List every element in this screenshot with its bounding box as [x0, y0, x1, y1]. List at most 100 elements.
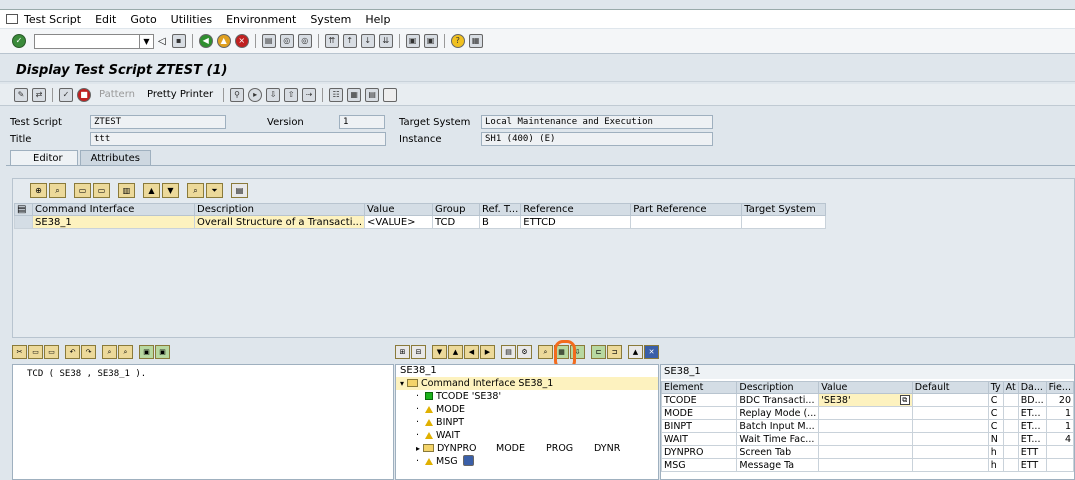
script-code-editor[interactable]: TCD ( SE38 , SE38_1 ).	[12, 364, 394, 480]
move-up-icon[interactable]: ▲	[448, 345, 463, 359]
table-cell[interactable]: h	[987, 458, 1004, 472]
table-cell[interactable]	[911, 419, 989, 433]
move-down-icon[interactable]: ▼	[432, 345, 447, 359]
details-icon[interactable]: ⌕	[49, 183, 66, 198]
menu-edit[interactable]: Edit	[95, 13, 116, 26]
display-change-icon[interactable]: ✎	[14, 87, 28, 102]
menu-help[interactable]: Help	[365, 13, 390, 26]
table-cell[interactable]	[911, 393, 989, 407]
select-all-icon[interactable]: ▤	[14, 203, 33, 216]
table-cell[interactable]	[911, 432, 989, 446]
column-header[interactable]: Fie...	[1045, 381, 1075, 394]
help-icon[interactable]: ?	[450, 34, 465, 48]
table-row[interactable]: MODE Replay Mode (... C ET... 1	[660, 406, 1075, 420]
redo-icon[interactable]: ↷	[81, 345, 96, 359]
column-header[interactable]: Da...	[1017, 381, 1047, 394]
table-cell[interactable]	[1045, 445, 1075, 459]
title-field[interactable]: ttt	[90, 132, 386, 146]
table-cell[interactable]: Overall Structure of a Transacti...	[193, 215, 366, 229]
table-cell[interactable]: ETTCD	[520, 215, 632, 229]
save-icon[interactable]: ▪	[171, 34, 186, 48]
table-cell[interactable]: Replay Mode (...	[736, 406, 820, 420]
export-icon[interactable]: ⇧	[284, 87, 299, 102]
menu-environment[interactable]: Environment	[226, 13, 296, 26]
column-header[interactable]: At	[1002, 381, 1019, 394]
table-cell[interactable]: <VALUE>	[364, 215, 434, 229]
print-icon[interactable]: ▤	[261, 34, 276, 48]
import-icon[interactable]: ⇩	[266, 87, 281, 102]
pretty-printer-button[interactable]: Pretty Printer	[147, 89, 213, 100]
tree-node[interactable]: · TCODE 'SE38'	[396, 390, 658, 403]
table-cell[interactable]: Wait Time Fac...	[736, 432, 820, 446]
row-selector[interactable]	[14, 215, 33, 229]
table-cell[interactable]: N	[987, 432, 1004, 446]
new-session-icon[interactable]: ▣	[405, 34, 420, 48]
tree-root[interactable]: ▾ Command Interface SE38_1	[396, 377, 658, 390]
table-row[interactable]: MSG Message Ta h ETT	[660, 458, 1075, 472]
column-header[interactable]: Value	[818, 381, 913, 394]
next-page-icon[interactable]: ↓	[360, 34, 375, 48]
version-field[interactable]: 1	[339, 115, 385, 129]
table-cell[interactable]	[1002, 419, 1019, 433]
table-cell[interactable]: B	[479, 215, 522, 229]
column-layout-icon[interactable]: ▥	[118, 183, 135, 198]
table-cell[interactable]: 20	[1045, 393, 1075, 407]
table-cell[interactable]: ET...	[1017, 432, 1047, 446]
command-dropdown-icon[interactable]: ▼	[140, 33, 154, 49]
column-header[interactable]: Target System	[741, 203, 827, 216]
table-cell[interactable]	[911, 445, 989, 459]
move-left-icon[interactable]: ◀	[464, 345, 479, 359]
table-cell[interactable]: BDC Transacti...	[736, 393, 820, 407]
column-header[interactable]: Description	[736, 381, 820, 394]
export-icon[interactable]: ▤	[231, 183, 248, 198]
table-cell[interactable]: BINPT	[660, 419, 738, 433]
expand-icon[interactable]: ⊞	[395, 345, 410, 359]
paste-icon[interactable]: ▭	[93, 183, 110, 198]
close-icon[interactable]: ✕	[644, 345, 659, 359]
print-layout-icon[interactable]: ▤	[365, 87, 380, 102]
execute-icon[interactable]: ▸	[248, 87, 263, 102]
table-cell[interactable]: ETT	[1017, 458, 1047, 472]
table-cell[interactable]: DYNPRO	[660, 445, 738, 459]
check-icon[interactable]: ✓	[59, 87, 73, 102]
table-cell[interactable]: SE38_1	[32, 215, 195, 229]
table-cell[interactable]: TCODE	[660, 393, 738, 407]
table-icon[interactable]	[462, 455, 474, 466]
table-cell[interactable]: ET...	[1017, 406, 1047, 420]
tree-node[interactable]: · MODE	[396, 403, 658, 416]
paste-icon[interactable]: ▭	[44, 345, 59, 359]
table-row[interactable]: DYNPRO Screen Tab h ETT	[660, 445, 1075, 459]
stop-icon[interactable]: ■	[77, 87, 91, 102]
filter-icon[interactable]: ⏷	[206, 183, 223, 198]
first-page-icon[interactable]: ⇈	[324, 34, 339, 48]
tab-editor[interactable]: Editor	[10, 150, 78, 166]
hierarchy-icon[interactable]: ☷	[329, 87, 344, 102]
table-cell[interactable]: Batch Input M...	[736, 419, 820, 433]
sort-ascending-icon[interactable]: ▲	[143, 183, 160, 198]
table-cell[interactable]: WAIT	[660, 432, 738, 446]
table-cell[interactable]: 4	[1045, 432, 1075, 446]
menu-utilities[interactable]: Utilities	[171, 13, 212, 26]
menu-test-script[interactable]: Test Script	[24, 13, 81, 26]
insert-icon[interactable]: ▣	[139, 345, 154, 359]
cancel-icon[interactable]: ×	[234, 34, 249, 48]
tree-node[interactable]: · MSG	[396, 455, 658, 468]
value-input[interactable]: 'SE38' ⧉	[818, 393, 913, 407]
find-icon[interactable]: ◎	[279, 34, 294, 48]
table-cell[interactable]	[911, 458, 989, 472]
target-system-field[interactable]: Local Maintenance and Execution	[481, 115, 713, 129]
collapse-icon[interactable]: ⊟	[411, 345, 426, 359]
table-cell[interactable]: Message Ta	[736, 458, 820, 472]
where-used-icon[interactable]: ⚲	[230, 87, 245, 102]
table-cell[interactable]	[1002, 406, 1019, 420]
table-icon[interactable]: ▦	[347, 87, 362, 102]
column-header[interactable]: Reference	[520, 203, 632, 216]
table-row[interactable]: SE38_1 Overall Structure of a Transacti.…	[14, 215, 827, 229]
column-header[interactable]: Part Reference	[630, 203, 743, 216]
find-next-icon[interactable]: ⌕	[118, 345, 133, 359]
table-cell[interactable]	[818, 419, 913, 433]
table-cell[interactable]	[911, 406, 989, 420]
table-row[interactable]: WAIT Wait Time Fac... N ET... 4	[660, 432, 1075, 446]
value-help-icon[interactable]: ⧉	[899, 395, 910, 405]
tree-node[interactable]: · WAIT	[396, 429, 658, 442]
